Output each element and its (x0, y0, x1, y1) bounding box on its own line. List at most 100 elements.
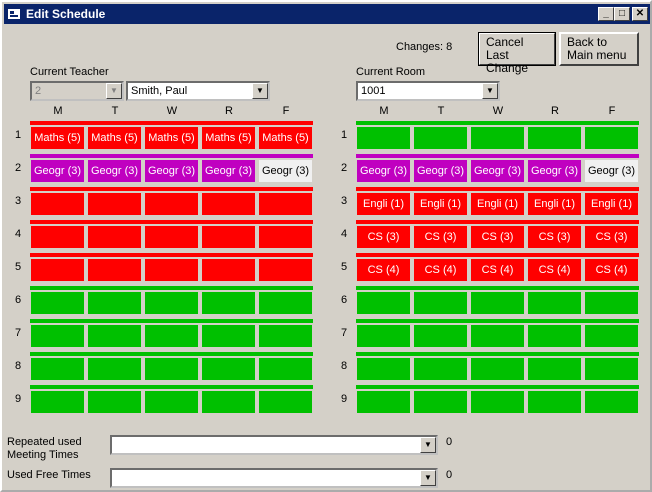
teacher-slot-cell[interactable] (258, 225, 313, 249)
teacher-slot-cell[interactable] (144, 291, 199, 315)
teacher-slot-cell[interactable] (201, 192, 256, 216)
teacher-slot-cell[interactable] (30, 258, 85, 282)
teacher-slot-cell[interactable] (87, 258, 142, 282)
teacher-slot-cell[interactable] (201, 357, 256, 381)
teacher-slot-cell[interactable] (201, 225, 256, 249)
room-slot-cell[interactable]: Geogr (3) (470, 159, 525, 183)
teacher-slot-cell[interactable] (144, 324, 199, 348)
teacher-slot-cell[interactable] (201, 324, 256, 348)
teacher-slot-cell[interactable] (30, 357, 85, 381)
teacher-slot-cell[interactable]: Maths (5) (30, 126, 85, 150)
room-slot-cell[interactable]: Geogr (3) (413, 159, 468, 183)
room-slot-cell[interactable]: Geogr (3) (527, 159, 582, 183)
teacher-slot-cell[interactable] (144, 390, 199, 414)
teacher-slot-cell[interactable]: Maths (5) (87, 126, 142, 150)
room-slot-cell[interactable] (527, 357, 582, 381)
repeated-used-select[interactable]: ▼ (110, 435, 438, 455)
teacher-slot-cell[interactable]: Geogr (3) (30, 159, 85, 183)
room-slot-cell[interactable]: CS (3) (527, 225, 582, 249)
teacher-slot-cell[interactable] (87, 192, 142, 216)
dropdown-arrow-icon[interactable]: ▼ (482, 83, 498, 99)
teacher-slot-cell[interactable] (87, 291, 142, 315)
teacher-slot-cell[interactable] (201, 390, 256, 414)
back-to-main-menu-button[interactable]: Back to Main menu (559, 32, 639, 66)
room-slot-cell[interactable] (470, 126, 525, 150)
room-slot-cell[interactable]: Geogr (3) (584, 159, 639, 183)
room-slot-cell[interactable] (584, 357, 639, 381)
room-slot-cell[interactable]: Engli (1) (527, 192, 582, 216)
dropdown-arrow-icon[interactable]: ▼ (420, 437, 436, 453)
teacher-slot-cell[interactable] (30, 192, 85, 216)
room-slot-cell[interactable]: Engli (1) (356, 192, 411, 216)
room-slot-cell[interactable] (470, 357, 525, 381)
room-slot-cell[interactable]: Engli (1) (470, 192, 525, 216)
room-slot-cell[interactable] (356, 357, 411, 381)
used-free-select[interactable]: ▼ (110, 468, 438, 488)
teacher-slot-cell[interactable] (144, 258, 199, 282)
room-slot-cell[interactable] (527, 324, 582, 348)
room-slot-cell[interactable]: Geogr (3) (356, 159, 411, 183)
room-slot-cell[interactable] (527, 126, 582, 150)
room-slot-cell[interactable] (413, 291, 468, 315)
room-slot-cell[interactable]: CS (4) (584, 258, 639, 282)
teacher-slot-cell[interactable]: Maths (5) (201, 126, 256, 150)
room-slot-cell[interactable] (584, 291, 639, 315)
room-slot-cell[interactable] (413, 126, 468, 150)
teacher-slot-cell[interactable] (258, 357, 313, 381)
close-button[interactable]: ✕ (632, 7, 648, 21)
room-slot-cell[interactable]: CS (3) (413, 225, 468, 249)
room-slot-cell[interactable] (470, 324, 525, 348)
teacher-slot-cell[interactable] (30, 324, 85, 348)
teacher-slot-cell[interactable] (144, 357, 199, 381)
room-slot-cell[interactable] (527, 390, 582, 414)
room-slot-cell[interactable]: Engli (1) (413, 192, 468, 216)
teacher-slot-cell[interactable] (258, 324, 313, 348)
room-slot-cell[interactable] (413, 324, 468, 348)
teacher-slot-cell[interactable] (30, 291, 85, 315)
teacher-slot-cell[interactable] (144, 225, 199, 249)
teacher-slot-cell[interactable] (30, 390, 85, 414)
teacher-slot-cell[interactable]: Geogr (3) (258, 159, 313, 183)
room-slot-cell[interactable] (584, 126, 639, 150)
teacher-name-select[interactable]: Smith, Paul ▼ (126, 81, 270, 101)
room-slot-cell[interactable] (356, 126, 411, 150)
room-slot-cell[interactable] (470, 390, 525, 414)
teacher-slot-cell[interactable] (258, 258, 313, 282)
teacher-slot-cell[interactable]: Geogr (3) (201, 159, 256, 183)
room-slot-cell[interactable]: CS (3) (470, 225, 525, 249)
room-slot-cell[interactable] (584, 324, 639, 348)
teacher-slot-cell[interactable]: Geogr (3) (87, 159, 142, 183)
room-slot-cell[interactable] (356, 390, 411, 414)
dropdown-arrow-icon[interactable]: ▼ (252, 83, 268, 99)
cancel-last-change-button[interactable]: Cancel Last Change (478, 32, 556, 75)
teacher-slot-cell[interactable] (201, 291, 256, 315)
room-slot-cell[interactable] (356, 324, 411, 348)
teacher-slot-cell[interactable]: Maths (5) (258, 126, 313, 150)
teacher-slot-cell[interactable]: Maths (5) (144, 126, 199, 150)
room-slot-cell[interactable] (413, 390, 468, 414)
room-slot-cell[interactable] (584, 390, 639, 414)
teacher-slot-cell[interactable] (258, 192, 313, 216)
room-slot-cell[interactable]: CS (3) (584, 225, 639, 249)
room-slot-cell[interactable] (413, 357, 468, 381)
room-select[interactable]: 1001 ▼ (356, 81, 500, 101)
teacher-slot-cell[interactable] (87, 324, 142, 348)
room-slot-cell[interactable]: CS (4) (413, 258, 468, 282)
dropdown-arrow-icon[interactable]: ▼ (420, 470, 436, 486)
teacher-slot-cell[interactable] (258, 291, 313, 315)
teacher-slot-cell[interactable] (87, 390, 142, 414)
teacher-slot-cell[interactable] (258, 390, 313, 414)
teacher-slot-cell[interactable] (87, 225, 142, 249)
room-slot-cell[interactable]: CS (4) (527, 258, 582, 282)
maximize-button[interactable]: □ (614, 7, 630, 21)
teacher-slot-cell[interactable] (201, 258, 256, 282)
teacher-slot-cell[interactable] (144, 192, 199, 216)
title-bar[interactable]: Edit Schedule _ □ ✕ (4, 4, 650, 24)
room-slot-cell[interactable] (356, 291, 411, 315)
room-slot-cell[interactable]: CS (4) (356, 258, 411, 282)
room-slot-cell[interactable]: CS (4) (470, 258, 525, 282)
room-slot-cell[interactable]: Engli (1) (584, 192, 639, 216)
teacher-slot-cell[interactable] (87, 357, 142, 381)
teacher-slot-cell[interactable] (30, 225, 85, 249)
room-slot-cell[interactable] (527, 291, 582, 315)
